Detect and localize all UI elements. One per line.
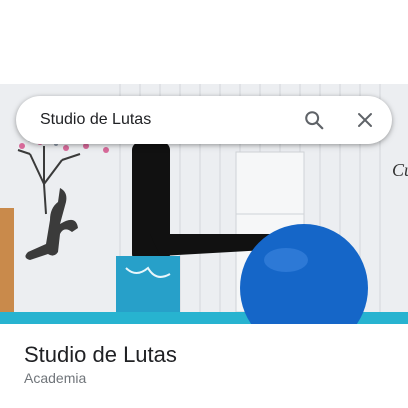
place-category: Academia xyxy=(24,370,87,386)
clear-button[interactable] xyxy=(347,102,383,138)
search-input[interactable] xyxy=(40,96,290,144)
close-icon xyxy=(358,113,372,127)
search-bar xyxy=(16,96,392,144)
svg-text:Cu: Cu xyxy=(392,160,408,180)
search-button[interactable] xyxy=(296,102,332,138)
search-icon xyxy=(305,111,324,130)
place-info-panel: Studio de Lutas Academia xyxy=(0,324,408,408)
place-title[interactable]: Studio de Lutas xyxy=(24,342,177,368)
top-blank-area xyxy=(0,0,408,84)
